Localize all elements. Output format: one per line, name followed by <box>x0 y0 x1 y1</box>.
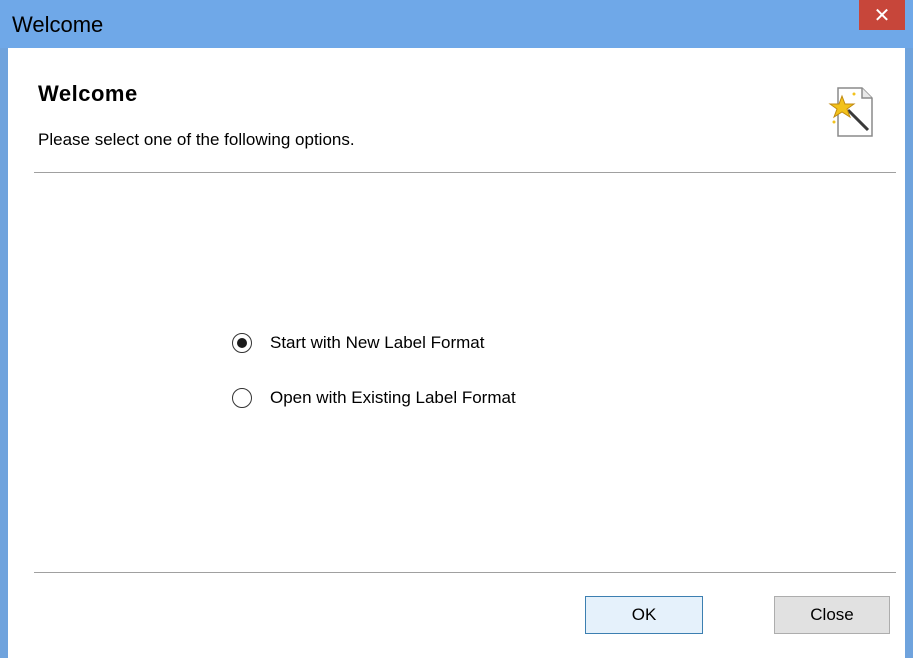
welcome-dialog: Welcome ✕ Welcome Please select one of t… <box>0 0 913 658</box>
page-subtitle: Please select one of the following optio… <box>38 130 355 149</box>
option-existing-label-format[interactable]: Open with Existing Label Format <box>232 385 516 411</box>
page-title: Welcome <box>38 81 138 106</box>
option-label-existing: Open with Existing Label Format <box>270 388 516 407</box>
title-bar[interactable]: Welcome ✕ <box>0 0 913 48</box>
footer-divider <box>34 572 896 573</box>
option-label-new: Start with New Label Format <box>270 333 485 352</box>
window-title: Welcome <box>12 12 104 37</box>
radio-new-label-format[interactable] <box>232 333 252 353</box>
close-window-button[interactable]: ✕ <box>859 0 905 30</box>
close-button[interactable]: Close <box>774 596 890 634</box>
radio-existing-label-format[interactable] <box>232 388 252 408</box>
wizard-document-icon <box>828 87 873 137</box>
option-new-label-format[interactable]: Start with New Label Format <box>232 330 484 356</box>
dialog-body: Welcome Please select one of the followi… <box>8 48 905 658</box>
header-divider <box>34 172 896 173</box>
ok-button[interactable]: OK <box>585 596 703 634</box>
